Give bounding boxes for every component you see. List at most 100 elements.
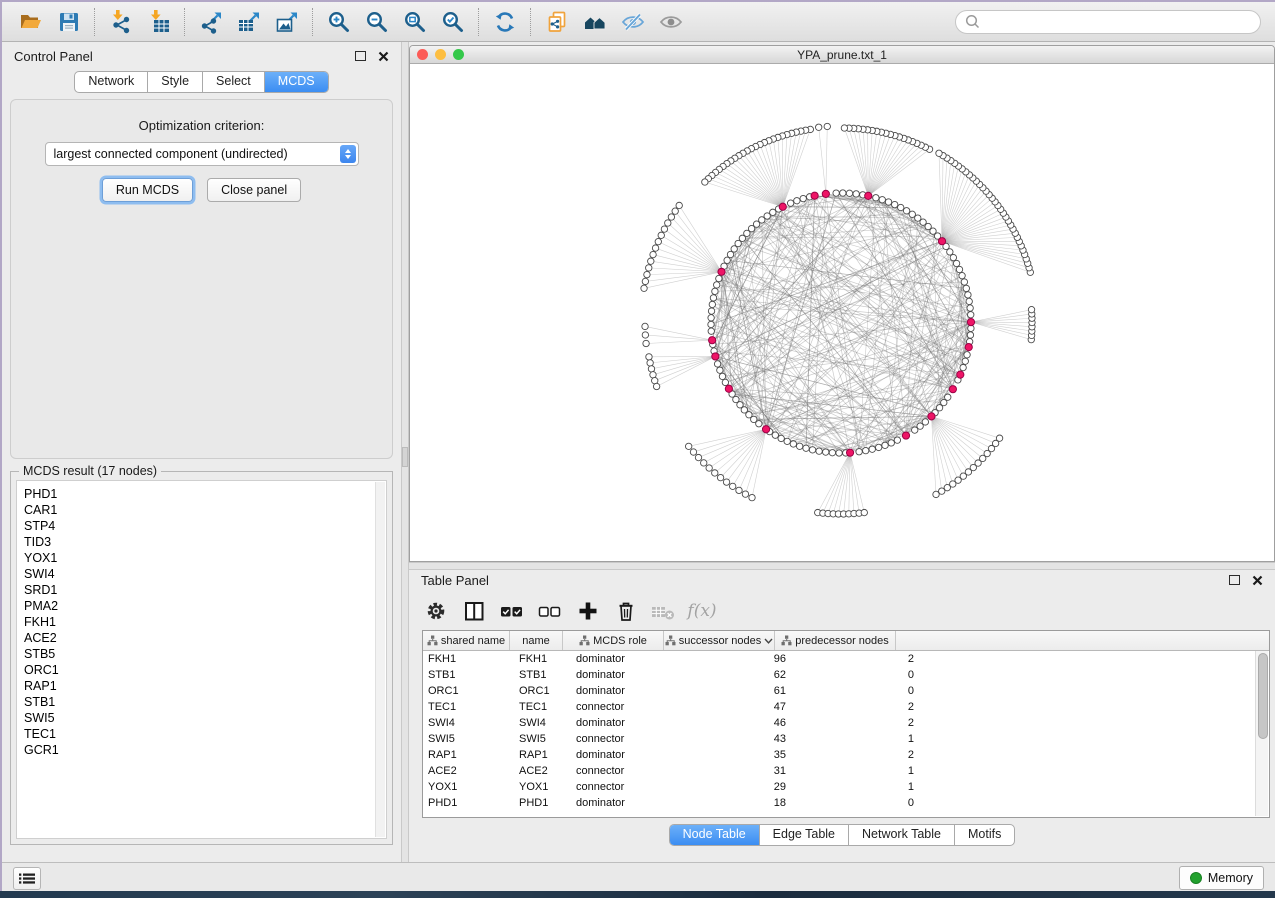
table-row[interactable]: SWI4SWI4dominator462 — [423, 715, 1269, 731]
graph-node[interactable] — [894, 437, 900, 443]
graph-node[interactable] — [652, 245, 658, 251]
table-row[interactable]: ORC1ORC1dominator610 — [423, 683, 1269, 699]
tab-network[interactable]: Network — [75, 72, 147, 92]
run-mcds-button[interactable]: Run MCDS — [102, 178, 193, 202]
task-history-button[interactable] — [13, 867, 41, 890]
graph-node[interactable] — [661, 226, 667, 232]
horizontal-splitter[interactable] — [409, 562, 1275, 570]
graph-node[interactable] — [959, 272, 965, 278]
graph-node[interactable] — [779, 203, 786, 210]
graph-node[interactable] — [658, 232, 664, 238]
graph-node[interactable] — [642, 332, 648, 338]
splitter-grip[interactable] — [402, 447, 408, 467]
mcds-result-item[interactable]: TEC1 — [24, 726, 386, 742]
save-session-icon[interactable] — [50, 7, 88, 37]
table-row[interactable]: FKH1FKH1dominator962 — [423, 651, 1269, 667]
graph-node[interactable] — [967, 305, 973, 311]
open-session-icon[interactable] — [12, 7, 50, 37]
mcds-result-item[interactable]: SWI5 — [24, 710, 386, 726]
graph-node[interactable] — [648, 366, 654, 372]
graph-node[interactable] — [655, 238, 661, 244]
graph-node[interactable] — [641, 285, 647, 291]
table-settings-button[interactable] — [419, 596, 453, 626]
graph-node[interactable] — [784, 438, 790, 444]
graph-node[interactable] — [888, 440, 894, 446]
graph-node[interactable] — [922, 419, 928, 425]
close-panel-button[interactable]: Close panel — [207, 178, 301, 202]
vertical-splitter[interactable] — [401, 42, 409, 862]
graph-node[interactable] — [964, 352, 970, 358]
float-table-panel-icon[interactable] — [1229, 575, 1240, 585]
graph-node[interactable] — [725, 385, 732, 392]
mcds-result-item[interactable]: FKH1 — [24, 614, 386, 630]
mcds-result-item[interactable]: PMA2 — [24, 598, 386, 614]
graph-node[interactable] — [824, 123, 830, 129]
table-scrollbar[interactable] — [1255, 651, 1268, 816]
graph-node[interactable] — [653, 383, 659, 389]
graph-node[interactable] — [790, 441, 796, 447]
graph-node[interactable] — [646, 265, 652, 271]
graph-node[interactable] — [729, 483, 735, 489]
graph-node[interactable] — [809, 447, 815, 453]
graph-node[interactable] — [956, 266, 962, 272]
table-row[interactable]: SWI5SWI5connector431 — [423, 731, 1269, 747]
mcds-result-item[interactable]: RAP1 — [24, 678, 386, 694]
tab-motifs[interactable]: Motifs — [954, 825, 1014, 845]
graph-node[interactable] — [862, 447, 868, 453]
graph-node[interactable] — [1028, 306, 1034, 312]
tab-style[interactable]: Style — [147, 72, 202, 92]
graph-node[interactable] — [957, 371, 964, 378]
network-canvas[interactable] — [410, 64, 1274, 562]
table-row[interactable]: TEC1TEC1connector472 — [423, 699, 1269, 715]
graph-node[interactable] — [665, 220, 671, 226]
graph-node[interactable] — [869, 446, 875, 452]
graph-node[interactable] — [816, 448, 822, 454]
graph-node[interactable] — [672, 208, 678, 214]
graph-node[interactable] — [833, 190, 839, 196]
mcds-result-item[interactable]: GCR1 — [24, 742, 386, 758]
mcds-result-item[interactable]: SWI4 — [24, 566, 386, 582]
mcds-result-item[interactable]: STP4 — [24, 518, 386, 534]
add-column-button[interactable] — [571, 596, 605, 626]
graph-node[interactable] — [966, 298, 972, 304]
graph-node[interactable] — [841, 125, 847, 131]
show-all-icon[interactable] — [652, 7, 690, 37]
graph-node[interactable] — [712, 353, 719, 360]
graph-node[interactable] — [903, 208, 909, 214]
mcds-result-item[interactable]: CAR1 — [24, 502, 386, 518]
mcds-result-item[interactable]: STB1 — [24, 694, 386, 710]
zoom-fit-icon[interactable] — [396, 7, 434, 37]
network-graph[interactable] — [410, 64, 1274, 560]
table-row[interactable]: RAP1RAP1dominator352 — [423, 747, 1269, 763]
graph-node[interactable] — [829, 450, 835, 456]
graph-node[interactable] — [708, 315, 714, 321]
graph-node[interactable] — [650, 372, 656, 378]
graph-node[interactable] — [965, 292, 971, 298]
graph-node[interactable] — [702, 179, 708, 185]
graph-node[interactable] — [796, 443, 802, 449]
graph-node[interactable] — [770, 209, 776, 215]
graph-node[interactable] — [685, 443, 691, 449]
graph-node[interactable] — [709, 301, 715, 307]
graph-node[interactable] — [846, 449, 853, 456]
graph-node[interactable] — [822, 190, 829, 197]
zoom-selected-icon[interactable] — [434, 7, 472, 37]
tab-node-table[interactable]: Node Table — [670, 825, 759, 845]
column-header-successor-nodes[interactable]: successor nodes — [664, 631, 775, 650]
graph-node[interactable] — [787, 200, 793, 206]
graph-node[interactable] — [815, 124, 821, 130]
column-header-name[interactable]: name — [510, 631, 563, 650]
mcds-result-item[interactable]: SRD1 — [24, 582, 386, 598]
search-box[interactable] — [955, 10, 1261, 34]
deselect-all-button[interactable] — [533, 596, 567, 626]
graph-node[interactable] — [936, 150, 942, 156]
mcds-result-item[interactable]: PHD1 — [24, 486, 386, 502]
mcds-result-item[interactable]: YOX1 — [24, 550, 386, 566]
graph-node[interactable] — [996, 435, 1002, 441]
graph-node[interactable] — [717, 474, 723, 480]
tab-edge-table[interactable]: Edge Table — [759, 825, 848, 845]
graph-node[interactable] — [873, 195, 879, 201]
select-all-button[interactable] — [495, 596, 529, 626]
graph-node[interactable] — [708, 321, 714, 327]
graph-node[interactable] — [965, 344, 972, 351]
